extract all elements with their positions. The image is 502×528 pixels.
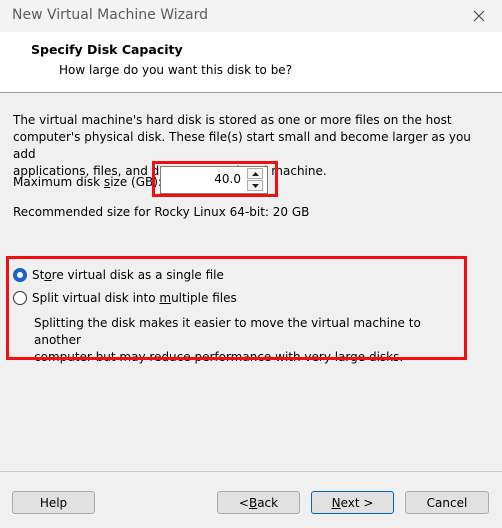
page-subtitle: How large do you want this disk to be? xyxy=(59,63,293,77)
title-bar: New Virtual Machine Wizard xyxy=(0,0,502,32)
recommended-size-text: Recommended size for Rocky Linux 64-bit:… xyxy=(13,205,310,219)
close-button[interactable] xyxy=(456,0,502,31)
wizard-header: Specify Disk Capacity How large do you w… xyxy=(0,32,502,92)
header-divider xyxy=(0,92,502,93)
back-button[interactable]: < Back xyxy=(217,491,300,514)
close-icon xyxy=(473,10,485,21)
next-button[interactable]: Next > xyxy=(311,491,394,514)
cancel-button[interactable]: Cancel xyxy=(405,491,489,514)
page-title: Specify Disk Capacity xyxy=(31,42,183,57)
description-line: The virtual machine's hard disk is store… xyxy=(13,113,452,127)
disk-size-highlight xyxy=(152,161,278,197)
help-button[interactable]: Help xyxy=(12,491,95,514)
storage-options-highlight xyxy=(6,256,467,360)
max-disk-size-label: Maximum disk size (GB): xyxy=(13,175,162,189)
footer-divider xyxy=(0,471,502,472)
description-line: computer's physical disk. These file(s) … xyxy=(13,130,471,161)
window-title: New Virtual Machine Wizard xyxy=(12,7,208,23)
